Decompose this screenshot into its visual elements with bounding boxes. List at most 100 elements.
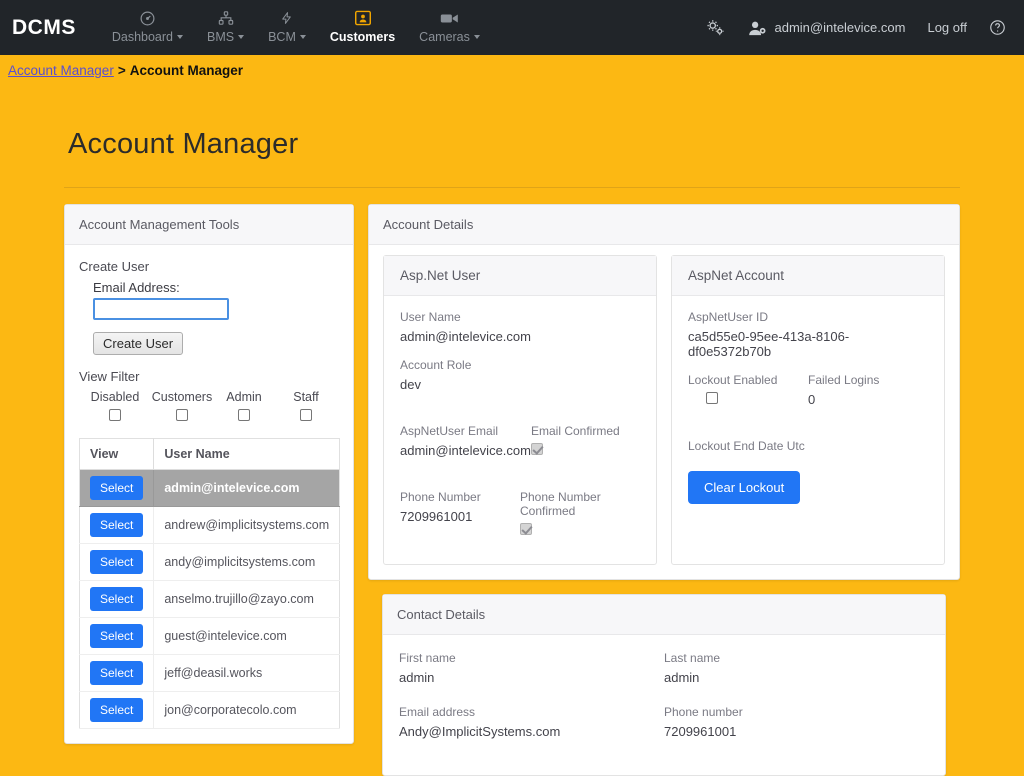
chevron-down-icon	[474, 35, 480, 39]
nav-label-bms: BMS	[207, 31, 244, 45]
account-role-label: Account Role	[400, 358, 640, 372]
table-row[interactable]: Selectandrew@implicitsystems.com	[80, 507, 340, 544]
nav-item-cameras[interactable]: Cameras	[409, 5, 490, 51]
chevron-down-icon	[300, 35, 306, 39]
nav-label-cameras: Cameras	[419, 31, 480, 45]
spacer	[400, 472, 640, 490]
chevron-down-icon	[238, 35, 244, 39]
user-table-head: View User Name	[80, 439, 340, 470]
current-user-email: admin@intelevice.com	[774, 20, 905, 35]
nav-right-group: admin@intelevice.com Log off	[706, 19, 1006, 37]
account-cards-row: Asp.Net User User Name admin@intelevice.…	[369, 245, 959, 579]
contact-details-header: Contact Details	[383, 595, 945, 635]
nav-item-bcm[interactable]: BCM	[258, 5, 316, 51]
breadcrumb-link-account-manager[interactable]: Account Manager	[8, 63, 114, 78]
nav-label-customers: Customers	[330, 31, 395, 45]
create-user-button[interactable]: Create User	[93, 332, 183, 355]
user-name-cell: anselmo.trujillo@zayo.com	[154, 581, 340, 618]
email-confirmed-group: Email Confirmed	[531, 424, 640, 472]
table-row[interactable]: Select guest@intelevice.com	[80, 618, 340, 655]
column-header-user-name: User Name	[154, 439, 340, 470]
select-button[interactable]: Select	[90, 513, 143, 537]
table-row[interactable]: Select andy@implicitsystems.com	[80, 544, 340, 581]
filter-checkbox-staff[interactable]	[300, 409, 312, 421]
select-button[interactable]: Select	[90, 550, 143, 574]
lockout-enabled-checkbox[interactable]	[706, 392, 718, 404]
user-name-cell: guest@intelevice.com	[154, 618, 340, 655]
aspnet-user-card: Asp.Net User User Name admin@intelevice.…	[383, 255, 657, 565]
select-button[interactable]: Select	[90, 698, 143, 722]
select-button[interactable]: Select	[90, 624, 143, 648]
breadcrumb-current: Account Manager	[130, 63, 243, 78]
last-name-value: admin	[664, 670, 929, 685]
lockout-row: Lockout Enabled Failed Logins 0	[688, 373, 928, 421]
email-address-label: Email Address:	[93, 280, 339, 295]
filter-checkbox-customers[interactable]	[176, 409, 188, 421]
aspnet-account-card-body: AspNetUser ID ca5d55e0-95ee-413a-8106-df…	[672, 296, 944, 518]
gears-icon[interactable]	[706, 19, 726, 37]
primary-nav: Dashboard BMS BCM	[102, 5, 490, 51]
phone-number-group: Phone Number 7209961001	[400, 490, 520, 538]
contact-left-column: First name admin Email address Andy@Impl…	[399, 651, 664, 753]
nav-item-customers[interactable]: Customers	[320, 5, 405, 51]
current-user[interactable]: admin@intelevice.com	[748, 20, 905, 36]
view-cell: Select	[80, 507, 154, 544]
page-content: Account Manager Account Management Tools…	[0, 128, 1024, 776]
view-cell: Select	[80, 581, 154, 618]
select-button[interactable]: Select	[90, 476, 143, 500]
phone-number-value: 7209961001	[400, 509, 520, 524]
email-address-input[interactable]	[93, 298, 229, 320]
nav-item-dashboard[interactable]: Dashboard	[102, 5, 193, 51]
view-filter-label: View Filter	[79, 369, 339, 384]
aspnet-email-label: AspNetUser Email	[400, 424, 531, 438]
aspnetuser-id-label: AspNetUser ID	[688, 310, 928, 324]
user-table-body: Selectadmin@intelevice.comSelectandrew@i…	[80, 470, 340, 729]
gauge-icon	[139, 9, 156, 28]
view-filter-row: Disabled Customers Admin Staff	[79, 390, 339, 424]
filter-checkbox-admin[interactable]	[238, 409, 250, 421]
filter-disabled: Disabled	[79, 390, 151, 424]
table-row[interactable]: Selectadmin@intelevice.com	[80, 470, 340, 507]
table-row[interactable]: Select jon@corporatecolo.com	[80, 692, 340, 729]
failed-logins-value: 0	[808, 392, 928, 407]
user-name-cell: andy@implicitsystems.com	[154, 544, 340, 581]
aspnet-user-card-header: Asp.Net User	[384, 256, 656, 296]
view-cell: Select	[80, 470, 154, 507]
phone-confirmed-label: Phone Number Confirmed	[520, 490, 606, 518]
view-cell: Select	[80, 655, 154, 692]
bolt-icon	[280, 9, 293, 28]
aspnetuser-id-value: ca5d55e0-95ee-413a-8106-df0e5372b70b	[688, 329, 928, 359]
question-circle-icon[interactable]	[989, 19, 1006, 36]
select-button[interactable]: Select	[90, 661, 143, 685]
breadcrumb: Account Manager>Account Manager	[0, 55, 1024, 84]
create-user-section-label: Create User	[79, 259, 339, 274]
table-row[interactable]: Select jeff@deasil.works	[80, 655, 340, 692]
nav-item-bms[interactable]: BMS	[197, 5, 254, 51]
clear-lockout-button[interactable]: Clear Lockout	[688, 471, 800, 504]
column-header-view: View	[80, 439, 154, 470]
account-management-tools-panel: Account Management Tools Create User Ema…	[64, 204, 354, 744]
email-confirmed-checkbox	[531, 443, 543, 455]
failed-logins-label: Failed Logins	[808, 373, 928, 387]
spacer	[688, 421, 928, 439]
nav-label-bcm: BCM	[268, 31, 306, 45]
view-cell: Select	[80, 618, 154, 655]
aspnet-account-card-header: AspNet Account	[672, 256, 944, 296]
user-name-cell: jon@corporatecolo.com	[154, 692, 340, 729]
phone-confirmed-group: Phone Number Confirmed	[520, 490, 640, 538]
account-role-value: dev	[400, 377, 640, 392]
account-details-header: Account Details	[369, 205, 959, 245]
table-row[interactable]: Select anselmo.trujillo@zayo.com	[80, 581, 340, 618]
contact-right-column: Last name admin Phone number 7209961001	[664, 651, 929, 753]
filter-checkbox-disabled[interactable]	[109, 409, 121, 421]
brand-logo[interactable]: DCMS	[12, 16, 76, 40]
user-name-value: admin@intelevice.com	[400, 329, 640, 344]
email-confirmed-row: AspNetUser Email admin@intelevice.com Em…	[400, 424, 640, 472]
user-name-cell: jeff@deasil.works	[154, 655, 340, 692]
user-name-label: User Name	[400, 310, 640, 324]
id-card-icon	[354, 9, 372, 28]
logoff-link[interactable]: Log off	[927, 20, 967, 35]
select-button[interactable]: Select	[90, 587, 143, 611]
phone-confirmed-row: Phone Number 7209961001 Phone Number Con…	[400, 490, 640, 538]
contact-details-body: First name admin Email address Andy@Impl…	[383, 635, 945, 775]
